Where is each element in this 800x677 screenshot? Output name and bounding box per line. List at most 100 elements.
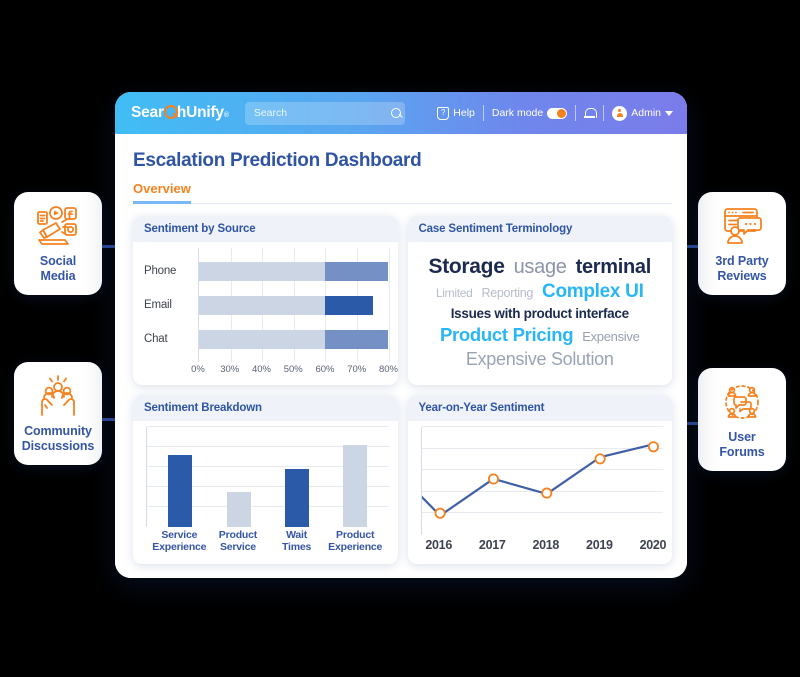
bar-row [199, 261, 389, 281]
divider [482, 105, 484, 121]
chart-plot-area [146, 426, 389, 527]
panel-body: Storage usage terminal Limited Reporting Comp… [408, 242, 673, 385]
help-icon: ? [437, 106, 450, 120]
panel-title: Case Sentiment Terminology [407, 216, 672, 242]
horizontal-bar-chart: Phone Email Chat 0% 30% 40% 50% 60% 70% 80% [142, 248, 398, 378]
word-cloud-term[interactable]: Expensive Solution [466, 350, 614, 368]
axis-tick-label: 2016 [425, 538, 452, 552]
third-party-reviews-icon [718, 204, 766, 248]
toggle-switch-icon[interactable] [547, 107, 568, 119]
x-axis-labels: 2016 2017 2018 2019 2020 [421, 535, 667, 557]
logo-registered-mark: ® [223, 112, 229, 119]
x-axis-labels: Service Experience Product Service Wait Times… [142, 527, 389, 557]
axis-tick-label: 2018 [532, 538, 560, 552]
line-chart: 2016 2017 2018 2019 2020 [417, 426, 667, 557]
axis-tick-label: 70% [347, 364, 367, 375]
chevron-down-icon[interactable] [665, 110, 673, 116]
global-search[interactable] [244, 101, 405, 125]
dark-mode-toggle[interactable]: Dark mode [491, 107, 568, 119]
panel-case-sentiment-terminology: Case Sentiment Terminology Storage usage t… [407, 216, 673, 385]
word-cloud-term[interactable]: Complex UI [542, 282, 644, 301]
word-cloud-term[interactable]: terminal [576, 257, 652, 277]
panel-body: Phone Email Chat 0% 30% 40% 50% 60% 70% 80% [133, 242, 398, 385]
divider [575, 105, 577, 121]
axis-tick-label: 2017 [478, 538, 506, 552]
panel-title: Sentiment Breakdown [133, 395, 398, 421]
side-card-user-forums[interactable]: User Forums [698, 368, 786, 471]
word-cloud-term[interactable]: Storage [429, 256, 505, 277]
word-cloud-term[interactable]: Limited [436, 287, 473, 299]
search-icon[interactable] [390, 107, 402, 119]
side-card-label: Community Discussions [21, 424, 95, 453]
axis-tick-label: 60% [315, 364, 335, 375]
bar-category-label: Email [144, 299, 172, 311]
word-cloud-row: Expensive Solution [421, 350, 660, 368]
axis-tick-label: 50% [283, 364, 303, 375]
word-cloud-row: Storage usage terminal [421, 256, 660, 277]
logo-text-pre: Sear [131, 104, 164, 121]
avatar [612, 105, 628, 121]
bar-segment-base [199, 329, 326, 349]
dashboard-body: Escalation Prediction Dashboard Overview… [115, 134, 687, 578]
bar-segment-base [199, 261, 326, 281]
word-cloud-row: Issues with product interface [421, 307, 660, 321]
bar-category-label: Product Service [218, 529, 258, 553]
screenshot-stage: Social Media Community Discussions 3rd P… [0, 0, 800, 677]
user-name-label: Admin [631, 107, 661, 119]
help-glyph: ? [441, 108, 446, 117]
axis-tick-label: 80% [378, 364, 398, 375]
panel-title: Year-on-Year Sentiment [407, 395, 672, 421]
dashboard-grid: Sentiment by Source Phone Email Chat 0% 30%… [133, 216, 672, 564]
word-cloud-row: Limited Reporting Complex UI [421, 282, 660, 301]
divider [603, 105, 605, 121]
axis-tick-label: 40% [251, 364, 272, 375]
dark-mode-label: Dark mode [491, 107, 544, 119]
bar[interactable] [226, 492, 251, 527]
tab-overview[interactable]: Overview [133, 181, 191, 204]
topbar-actions: ? Help Dark mode Admin [437, 105, 673, 121]
search-input[interactable] [251, 106, 391, 120]
help-label: Help [453, 107, 475, 119]
tabstrip: Overview [133, 181, 672, 204]
bar-row [199, 329, 389, 349]
axis-tick-label: 0% [191, 364, 205, 375]
community-discussions-icon [34, 374, 82, 418]
page-title: Escalation Prediction Dashboard [133, 150, 422, 171]
bar-segment-base [199, 295, 326, 315]
panel-year-on-year-sentiment: Year-on-Year Sentiment 2016 2017 2018 2019 2… [407, 395, 673, 564]
searchunify-logo[interactable]: Sear hUnify ® [131, 104, 229, 122]
word-cloud-term[interactable]: usage [514, 257, 567, 277]
bar-segment-escalated [325, 295, 373, 315]
word-cloud-term[interactable]: Issues with product interface [451, 307, 629, 321]
panel-sentiment-by-source: Sentiment by Source Phone Email Chat 0% 30%… [133, 216, 398, 385]
side-card-label: User Forums [719, 430, 765, 459]
side-card-third-party-reviews[interactable]: 3rd Party Reviews [698, 192, 786, 295]
notifications-bell-icon[interactable] [584, 107, 597, 120]
side-card-label: 3rd Party Reviews [715, 254, 769, 283]
bar-category-label: Phone [144, 265, 177, 277]
bar-category-label: Wait Times [281, 529, 312, 553]
panel-body: 2016 2017 2018 2019 2020 [408, 421, 673, 564]
side-card-community-discussions[interactable]: Community Discussions [14, 362, 102, 465]
user-forums-icon [718, 380, 766, 424]
app-topbar: Sear hUnify® ? Help Dark mode [115, 92, 687, 134]
bar[interactable] [284, 469, 309, 527]
logo-text-post: hUnify [176, 104, 224, 121]
word-cloud: Storage usage terminal Limited Reporting Comp… [417, 248, 664, 378]
bar[interactable] [343, 445, 368, 527]
axis-tick-label: 2019 [586, 538, 613, 552]
axis-tick-label: 2020 [639, 538, 667, 552]
dashboard-window: Sear hUnify® ? Help Dark mode [115, 92, 687, 578]
user-menu[interactable]: Admin [612, 105, 673, 121]
help-button[interactable]: ? Help [437, 106, 475, 120]
word-cloud-row: Product Pricing Expensive [421, 326, 660, 345]
panel-body: Service Experience Product Service Wait Times… [133, 421, 398, 564]
bar[interactable] [168, 455, 193, 527]
panel-title: Sentiment by Source [133, 216, 398, 242]
side-card-social-media[interactable]: Social Media [14, 192, 102, 295]
bar-segment-escalated [325, 329, 389, 349]
word-cloud-term[interactable]: Expensive [582, 330, 640, 343]
category-labels: Phone Email Chat [142, 248, 198, 362]
word-cloud-term[interactable]: Product Pricing [440, 326, 574, 345]
word-cloud-term[interactable]: Reporting [482, 287, 534, 300]
